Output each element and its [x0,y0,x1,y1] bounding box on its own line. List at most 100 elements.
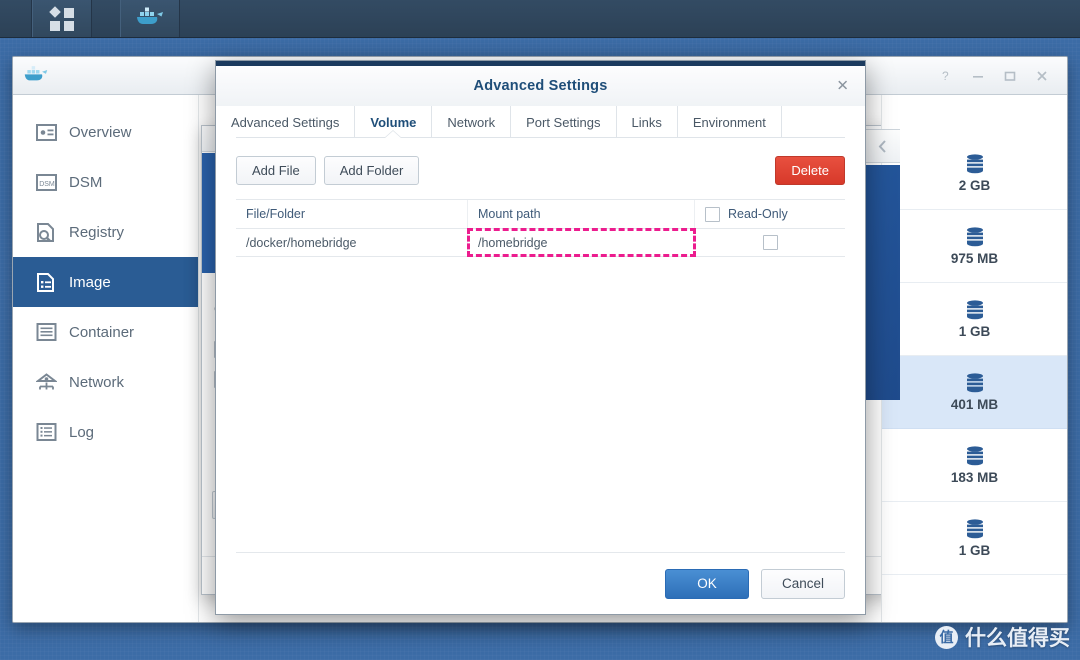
column-header-read-only-label: Read-Only [728,207,788,221]
watermark-badge: 值 [935,625,958,649]
tab-label: Network [447,114,496,130]
tab-label: Links [631,114,662,130]
svg-text:DSM: DSM [39,180,55,187]
ok-button[interactable]: OK [665,568,749,599]
list-top-spacer [882,95,1067,137]
advanced-settings-dialog: Advanced Settings ✕ Advanced Settings Vo… [215,60,866,615]
panel-accent-bar [864,165,900,400]
sidebar-item-dsm[interactable]: DSM DSM [13,157,198,207]
column-header-read-only: Read-Only [695,200,845,228]
column-header-mount-path: Mount path [468,200,695,228]
image-icon [35,271,57,293]
tab-network[interactable]: Network [432,106,512,138]
taskbar-item-docker[interactable] [120,0,180,37]
docker-whale-icon [135,5,165,32]
dialog-footer: OK Cancel [236,552,845,614]
cancel-button[interactable]: Cancel [761,568,845,599]
dsm-icon: DSM [35,171,57,193]
image-size-label: 183 MB [950,469,999,485]
sidebar-item-registry[interactable]: Registry [13,207,198,257]
column-header-file-folder: File/Folder [236,200,468,228]
tab-label: Environment [692,114,766,130]
table-row[interactable]: 2 GB [882,137,1067,210]
database-icon [966,445,984,466]
cell-mount-path[interactable]: /homebridge [467,228,696,257]
maximize-icon[interactable] [1003,69,1017,83]
active-tab-indicator [384,131,403,139]
network-icon [35,371,57,393]
docker-whale-icon [23,64,49,88]
container-icon [35,321,57,343]
sidebar-item-image[interactable]: Image [13,257,198,307]
dialog-body: Add File Add Folder Delete File/Folder M… [216,138,865,552]
apps-grid-icon [49,5,74,31]
image-size-list: 2 GB 975 MB 1 GB 401 MB 183 MB 1 GB [864,95,1067,622]
log-icon [35,421,57,443]
help-icon[interactable]: ? [941,69,953,83]
sidebar-item-log[interactable]: Log [13,407,198,457]
tab-links[interactable]: Links [617,106,678,138]
sidebar-item-label: Network [69,373,125,391]
table-row[interactable]: 401 MB [882,356,1067,429]
table-row[interactable]: 1 GB [882,283,1067,356]
volume-table: File/Folder Mount path Read-Only /docker… [236,199,845,257]
database-icon [966,153,984,174]
volume-toolbar: Add File Add Folder Delete [236,156,845,185]
sidebar-item-container[interactable]: Container [13,307,198,357]
back-chevron-icon[interactable] [864,129,900,163]
sidebar-item-label: Log [69,423,95,441]
tab-advanced-settings[interactable]: Advanced Settings [216,106,356,138]
image-size-label: 1 GB [958,323,991,339]
read-only-checkbox[interactable] [762,235,778,250]
dialog-tabs: Advanced Settings Volume Network Port Se… [216,106,865,139]
sidebar: Overview DSM DSM Registry Image Containe… [13,95,199,622]
delete-button[interactable]: Delete [775,156,845,185]
taskbar-item-apps-grid[interactable] [32,0,92,37]
close-icon[interactable]: ✕ [836,79,849,94]
sidebar-item-overview[interactable]: Overview [13,107,198,157]
table-row[interactable]: 183 MB [882,429,1067,502]
registry-icon [35,221,57,243]
close-icon[interactable] [1035,69,1049,83]
minimize-icon[interactable] [971,69,985,83]
database-icon [966,518,984,539]
table-header-row: File/Folder Mount path Read-Only [236,200,845,229]
table-row[interactable]: 975 MB [882,210,1067,283]
image-size-label: 2 GB [958,177,991,193]
add-file-button[interactable]: Add File [236,156,316,185]
sidebar-item-label: Image [69,273,111,291]
sidebar-item-network[interactable]: Network [13,357,198,407]
tab-port-settings[interactable]: Port Settings [511,106,617,138]
cell-read-only [695,229,845,256]
tab-label: Advanced Settings [231,114,340,130]
overview-icon [35,121,57,143]
dialog-header: Advanced Settings ✕ [216,66,865,106]
sidebar-item-label: Registry [69,223,125,241]
tab-environment[interactable]: Environment [678,106,782,138]
image-size-label: 401 MB [950,396,999,412]
read-only-header-checkbox[interactable] [705,206,720,222]
database-icon [966,372,984,393]
add-folder-button[interactable]: Add Folder [323,156,420,185]
sidebar-item-label: DSM [69,173,103,191]
image-size-label: 975 MB [950,250,999,266]
window-controls: ? [941,69,1059,83]
cell-file-folder: /docker/homebridge [236,229,468,256]
tab-label: Port Settings [526,114,601,130]
image-size-label: 1 GB [958,542,991,558]
taskbar-edge [0,0,32,37]
table-row[interactable]: 1 GB [882,502,1067,575]
dialog-title: Advanced Settings [473,78,608,94]
watermark-text: 什么值得买 [965,627,1070,650]
watermark: 值 什么值得买 [935,622,1070,652]
database-icon [966,299,984,320]
taskbar-gap [92,0,120,37]
tab-label: Volume [370,114,417,130]
taskbar [0,0,1080,38]
table-row[interactable]: /docker/homebridge /homebridge [236,228,845,257]
sidebar-item-label: Container [69,323,135,341]
database-icon [966,226,984,247]
sidebar-item-label: Overview [69,123,132,141]
svg-text:?: ? [942,69,949,83]
tab-volume[interactable]: Volume [355,106,433,139]
